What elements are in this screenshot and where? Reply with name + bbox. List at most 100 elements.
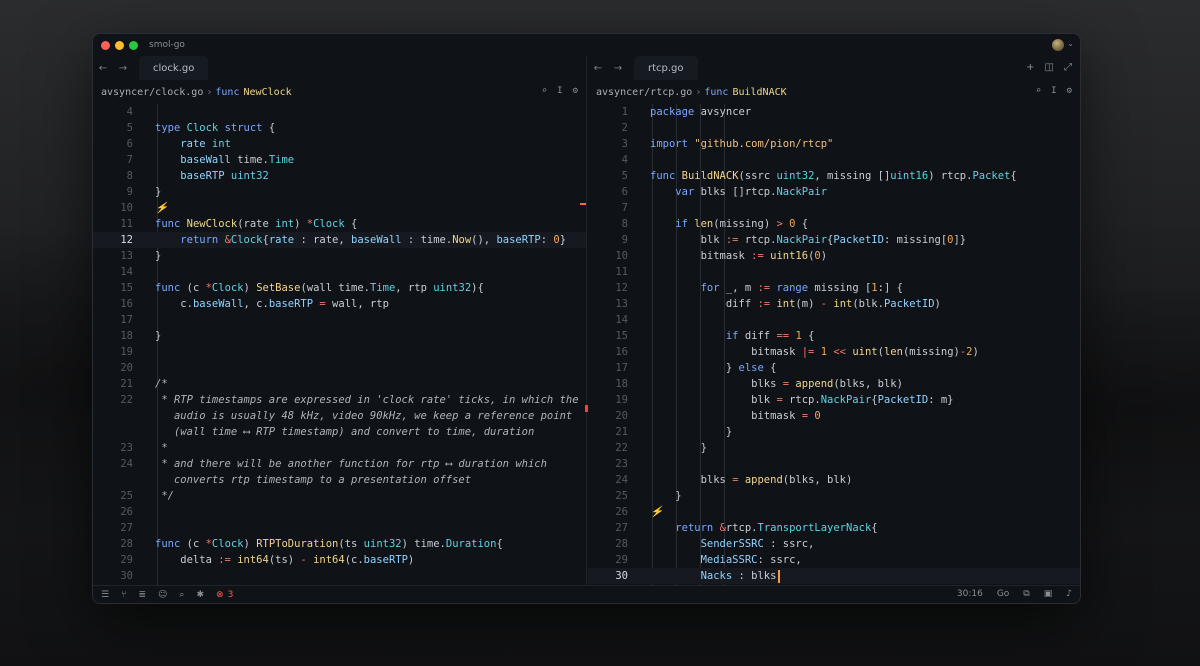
- code-line[interactable]: 12 for _, m := range missing [1:] {: [588, 280, 1080, 296]
- close-window-button[interactable]: [101, 40, 110, 50]
- code-line[interactable]: 26 ⚡: [588, 504, 1080, 520]
- cursor-icon[interactable]: I: [557, 86, 562, 96]
- code-line[interactable]: 9 blk := rtcp.NackPair{PacketID: missing…: [588, 232, 1080, 248]
- forward-arrow-icon[interactable]: →: [113, 63, 133, 74]
- back-arrow-icon[interactable]: ←: [588, 63, 608, 74]
- search-icon[interactable]: ⌕: [1036, 86, 1041, 96]
- code-line[interactable]: 23 *: [93, 440, 586, 456]
- code-line[interactable]: 28 func (c *Clock) RTPToDuration(ts uint3…: [93, 536, 586, 552]
- split-pane-icon[interactable]: ◫: [1045, 62, 1054, 73]
- code-line[interactable]: 30 Nacks : blks: [588, 568, 1080, 584]
- breadcrumb-path[interactable]: avsyncer/rtcp.go: [596, 87, 692, 98]
- users-icon[interactable]: ☺: [158, 590, 167, 600]
- code-line[interactable]: 4: [588, 152, 1080, 168]
- breadcrumb-path[interactable]: avsyncer/clock.go: [101, 87, 203, 98]
- code-line[interactable]: 27: [93, 520, 586, 536]
- code-line[interactable]: 15 func (c *Clock) SetBase(wall time.Time…: [93, 280, 586, 296]
- settings-sliders-icon[interactable]: ⚙: [573, 86, 578, 96]
- code-line[interactable]: 30: [93, 568, 586, 584]
- code-line[interactable]: 16 c.baseWall, c.baseRTP = wall, rtp: [93, 296, 586, 312]
- code-line[interactable]: 17: [93, 312, 586, 328]
- code-line[interactable]: 14: [93, 264, 586, 280]
- cursor-position[interactable]: 30:16: [957, 589, 983, 599]
- code-line[interactable]: 22 * RTP timestamps are expressed in 'cl…: [93, 392, 586, 408]
- code-line[interactable]: 9}: [93, 184, 586, 200]
- code-line[interactable]: 27 return &rtcp.TransportLayerNack{: [588, 520, 1080, 536]
- code-line[interactable]: 16 bitmask |= 1 << uint(len(missing)-2): [588, 344, 1080, 360]
- code-line[interactable]: 11: [588, 264, 1080, 280]
- code-line[interactable]: 19 blk = rtcp.NackPair{PacketID: m}: [588, 392, 1080, 408]
- image-icon[interactable]: ▣: [1044, 589, 1053, 599]
- code-line[interactable]: 24 * and there will be another function …: [93, 456, 586, 472]
- code-line[interactable]: 6 rate int: [93, 136, 586, 152]
- code-editor-left[interactable]: 4 5 type Clock struct {6 rate int 7 baseWal…: [93, 104, 586, 585]
- code-line[interactable]: 19: [93, 344, 586, 360]
- code-line[interactable]: 1 package avsyncer: [588, 104, 1080, 120]
- search-icon[interactable]: ⌕: [542, 86, 547, 96]
- code-line[interactable]: 20: [93, 360, 586, 376]
- code-line[interactable]: 28 SenderSSRC : ssrc,: [588, 536, 1080, 552]
- code-line[interactable]: 25 */: [93, 488, 586, 504]
- code-line[interactable]: 7: [588, 200, 1080, 216]
- tab-rtcp-go[interactable]: rtcp.go: [634, 56, 698, 80]
- code-line[interactable]: 21 }: [588, 424, 1080, 440]
- back-arrow-icon[interactable]: ←: [93, 63, 113, 74]
- code-line[interactable]: 25 }: [588, 488, 1080, 504]
- search-icon[interactable]: ⌕: [179, 590, 184, 600]
- error-icon[interactable]: ⊗: [216, 590, 224, 600]
- code-line[interactable]: 29 MediaSSRC: ssrc,: [588, 552, 1080, 568]
- code-line[interactable]: 10 bitmask := uint16(0): [588, 248, 1080, 264]
- code-line[interactable]: 5 type Clock struct {: [93, 120, 586, 136]
- language-mode[interactable]: Go: [997, 589, 1009, 599]
- cursor-icon[interactable]: I: [1051, 86, 1056, 96]
- code-line[interactable]: 15 if diff == 1 {: [588, 328, 1080, 344]
- code-line[interactable]: 7 baseWall time.Time: [93, 152, 586, 168]
- bell-icon[interactable]: ♪: [1066, 589, 1072, 599]
- line-number: 18: [120, 330, 133, 342]
- code-line[interactable]: 8 if len(missing) > 0 {: [588, 216, 1080, 232]
- code-line[interactable]: 5 func BuildNACK(ssrc uint32, missing []u…: [588, 168, 1080, 184]
- code-line[interactable]: 13 diff := int(m) - int(blk.PacketID): [588, 296, 1080, 312]
- zoom-window-button[interactable]: [129, 40, 138, 50]
- expand-icon[interactable]: ⤢: [1064, 62, 1072, 73]
- code-line[interactable]: 23: [588, 456, 1080, 472]
- code-line[interactable]: 21 /*: [93, 376, 586, 392]
- debug-icon[interactable]: ✱: [196, 590, 204, 600]
- code-line[interactable]: 3 import "github.com/pion/rtcp": [588, 136, 1080, 152]
- code-line[interactable]: (wall time ⟷ RTP timestamp) and convert …: [93, 424, 586, 440]
- tab-clock-go[interactable]: clock.go: [139, 56, 209, 80]
- minimize-window-button[interactable]: [115, 40, 124, 50]
- chevron-down-icon[interactable]: ⌄: [1067, 39, 1074, 48]
- list-icon[interactable]: ☰: [101, 590, 109, 600]
- code-line[interactable]: 6 var blks []rtcp.NackPair: [588, 184, 1080, 200]
- code-line[interactable]: 29 delta := int64(ts) - int64(c.baseRTP): [93, 552, 586, 568]
- plus-icon[interactable]: +: [1026, 62, 1034, 73]
- code-line[interactable]: 12 return &Clock{rate : rate, baseWall :…: [93, 232, 586, 248]
- code-line[interactable]: 17 } else {: [588, 360, 1080, 376]
- forward-arrow-icon[interactable]: →: [608, 63, 628, 74]
- error-count[interactable]: 3: [228, 590, 234, 600]
- code-line[interactable]: 8 baseRTP uint32: [93, 168, 586, 184]
- code-line[interactable]: 26: [93, 504, 586, 520]
- copy-icon[interactable]: ⧉: [1023, 589, 1029, 599]
- code-line[interactable]: 11 func NewClock(rate int) *Clock {: [93, 216, 586, 232]
- code-line[interactable]: 18 blks = append(blks, blk): [588, 376, 1080, 392]
- breadcrumb-symbol[interactable]: NewClock: [243, 87, 291, 98]
- code-line[interactable]: 14: [588, 312, 1080, 328]
- code-line[interactable]: 18}: [93, 328, 586, 344]
- code-line[interactable]: audio is usually 48 kHz, video 90kHz, we…: [93, 408, 586, 424]
- avatar[interactable]: [1052, 39, 1064, 51]
- code-line[interactable]: 10 ⚡: [93, 200, 586, 216]
- code-line[interactable]: 4: [93, 104, 586, 120]
- git-branch-icon[interactable]: ⑂: [121, 590, 126, 600]
- settings-sliders-icon[interactable]: ⚙: [1067, 86, 1072, 96]
- code-line[interactable]: converts rtp timestamp to a presentation…: [93, 472, 586, 488]
- outline-icon[interactable]: ≣: [138, 590, 146, 600]
- code-line[interactable]: 13}: [93, 248, 586, 264]
- breadcrumb-symbol[interactable]: BuildNACK: [732, 87, 786, 98]
- code-editor-right[interactable]: 1 package avsyncer 2 3 import "github.com/pi…: [588, 104, 1080, 585]
- code-line[interactable]: 20 bitmask = 0: [588, 408, 1080, 424]
- code-line[interactable]: 24 blks = append(blks, blk): [588, 472, 1080, 488]
- code-line[interactable]: 2: [588, 120, 1080, 136]
- code-line[interactable]: 22 }: [588, 440, 1080, 456]
